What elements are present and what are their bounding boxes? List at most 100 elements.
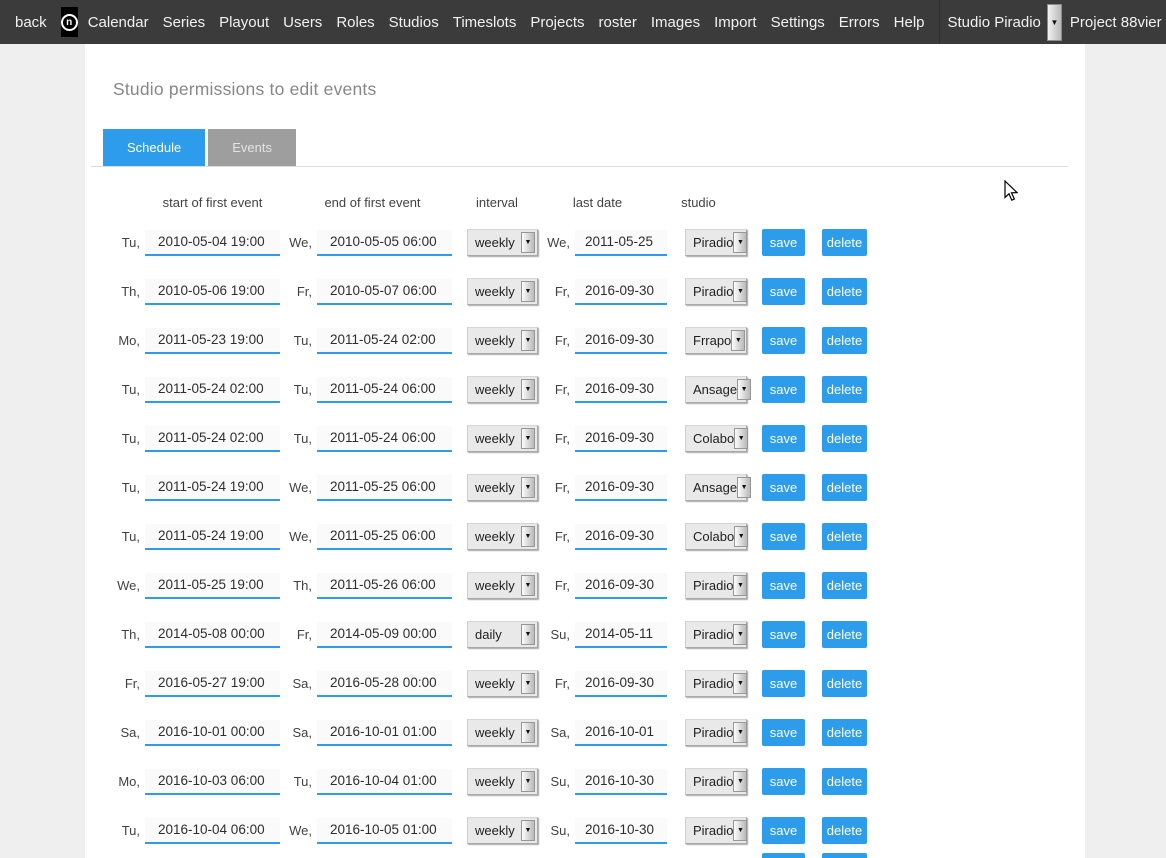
interval-select[interactable]: weekly ▼ xyxy=(467,327,538,354)
save-button[interactable]: save xyxy=(762,621,805,648)
interval-select[interactable]: weekly ▼ xyxy=(467,474,538,501)
studio-select[interactable]: Piradio ▼ xyxy=(685,719,747,746)
save-button[interactable]: save xyxy=(762,327,805,354)
chevron-down-icon[interactable]: ▼ xyxy=(521,673,535,694)
last-date-input[interactable] xyxy=(575,671,667,697)
end-datetime-input[interactable] xyxy=(317,671,452,697)
chevron-down-icon[interactable]: ▼ xyxy=(734,428,748,449)
nav-item-settings[interactable]: Settings xyxy=(771,14,825,31)
delete-button[interactable]: delete xyxy=(822,670,867,697)
studio-select[interactable]: Colabo ▼ xyxy=(685,425,747,452)
delete-button[interactable]: delete xyxy=(822,719,867,746)
delete-button[interactable]: delete xyxy=(822,817,867,844)
chevron-down-icon[interactable]: ▼ xyxy=(733,281,747,302)
studio-select[interactable]: Piradio ▼ xyxy=(685,621,747,648)
chevron-down-icon[interactable]: ▼ xyxy=(733,820,747,841)
last-date-input[interactable] xyxy=(575,377,667,403)
chevron-down-icon[interactable]: ▼ xyxy=(733,624,747,645)
studio-select[interactable]: Piradio ▼ xyxy=(685,229,747,256)
chevron-down-icon[interactable]: ▼ xyxy=(1047,4,1062,41)
chevron-down-icon[interactable]: ▼ xyxy=(733,575,747,596)
nav-item-errors[interactable]: Errors xyxy=(839,14,880,31)
delete-button[interactable]: delete xyxy=(822,278,867,305)
studio-select[interactable]: Ansage ▼ xyxy=(685,474,747,501)
chevron-down-icon[interactable]: ▼ xyxy=(521,330,535,351)
chevron-down-icon[interactable]: ▼ xyxy=(733,232,747,253)
interval-select[interactable]: weekly ▼ xyxy=(467,278,538,305)
chevron-down-icon[interactable]: ▼ xyxy=(521,624,535,645)
nav-item-playout[interactable]: Playout xyxy=(219,14,269,31)
chevron-down-icon[interactable]: ▼ xyxy=(521,771,535,792)
chevron-down-icon[interactable]: ▼ xyxy=(521,526,535,547)
studio-select[interactable]: Studio Piradio ▼ xyxy=(939,0,1062,44)
chevron-down-icon[interactable]: ▼ xyxy=(737,379,751,400)
end-datetime-input[interactable] xyxy=(317,475,452,501)
interval-select[interactable]: weekly ▼ xyxy=(467,768,538,795)
nav-item-import[interactable]: Import xyxy=(714,14,757,31)
start-datetime-input[interactable] xyxy=(145,671,280,697)
last-date-input[interactable] xyxy=(575,769,667,795)
start-datetime-input[interactable] xyxy=(145,426,280,452)
last-date-input[interactable] xyxy=(575,279,667,305)
chevron-down-icon[interactable]: ▼ xyxy=(521,722,535,743)
last-date-input[interactable] xyxy=(575,230,667,256)
tab-events[interactable]: Events xyxy=(208,129,296,166)
delete-button[interactable]: delete xyxy=(822,621,867,648)
last-date-input[interactable] xyxy=(575,720,667,746)
studio-select[interactable]: Piradio ▼ xyxy=(685,278,747,305)
interval-select[interactable]: weekly ▼ xyxy=(467,572,538,599)
chevron-down-icon[interactable]: ▼ xyxy=(521,232,535,253)
start-datetime-input[interactable] xyxy=(145,328,280,354)
delete-button[interactable]: delete xyxy=(822,523,867,550)
last-date-input[interactable] xyxy=(575,475,667,501)
save-button[interactable]: save xyxy=(762,229,805,256)
chevron-down-icon[interactable]: ▼ xyxy=(521,281,535,302)
start-datetime-input[interactable] xyxy=(145,377,280,403)
nav-item-timeslots[interactable]: Timeslots xyxy=(453,14,517,31)
app-logo[interactable]: n xyxy=(61,7,78,37)
interval-select[interactable]: weekly ▼ xyxy=(467,817,538,844)
start-datetime-input[interactable] xyxy=(145,475,280,501)
interval-select[interactable]: weekly ▼ xyxy=(467,376,538,403)
nav-item-roles[interactable]: Roles xyxy=(336,14,374,31)
project-select[interactable]: Project 88vier ▼ xyxy=(1062,0,1166,44)
chevron-down-icon[interactable]: ▼ xyxy=(733,673,747,694)
save-button[interactable]: save xyxy=(762,278,805,305)
chevron-down-icon[interactable]: ▼ xyxy=(521,428,535,449)
interval-select[interactable]: weekly ▼ xyxy=(467,523,538,550)
chevron-down-icon[interactable]: ▼ xyxy=(733,771,747,792)
save-button[interactable]: save xyxy=(762,474,805,501)
end-datetime-input[interactable] xyxy=(317,377,452,403)
end-datetime-input[interactable] xyxy=(317,328,452,354)
save-button[interactable]: save xyxy=(762,425,805,452)
start-datetime-input[interactable] xyxy=(145,279,280,305)
interval-select[interactable]: daily ▼ xyxy=(467,621,538,648)
end-datetime-input[interactable] xyxy=(317,769,452,795)
start-datetime-input[interactable] xyxy=(145,818,280,844)
nav-item-images[interactable]: Images xyxy=(651,14,700,31)
end-datetime-input[interactable] xyxy=(317,720,452,746)
delete-button[interactable]: delete xyxy=(822,229,867,256)
save-button[interactable]: save xyxy=(762,670,805,697)
nav-item-studios[interactable]: Studios xyxy=(389,14,439,31)
chevron-down-icon[interactable]: ▼ xyxy=(521,379,535,400)
end-datetime-input[interactable] xyxy=(317,279,452,305)
start-datetime-input[interactable] xyxy=(145,769,280,795)
save-button[interactable]: save xyxy=(762,817,805,844)
clipped-next-row-save-button[interactable] xyxy=(762,853,805,858)
nav-item-series[interactable]: Series xyxy=(163,14,206,31)
nav-item-users[interactable]: Users xyxy=(283,14,322,31)
nav-item-calendar[interactable]: Calendar xyxy=(88,14,149,31)
save-button[interactable]: save xyxy=(762,572,805,599)
chevron-down-icon[interactable]: ▼ xyxy=(737,477,751,498)
last-date-input[interactable] xyxy=(575,818,667,844)
last-date-input[interactable] xyxy=(575,328,667,354)
studio-select[interactable]: Piradio ▼ xyxy=(685,817,747,844)
last-date-input[interactable] xyxy=(575,426,667,452)
end-datetime-input[interactable] xyxy=(317,622,452,648)
clipped-next-row-delete-button[interactable] xyxy=(822,853,867,858)
delete-button[interactable]: delete xyxy=(822,376,867,403)
delete-button[interactable]: delete xyxy=(822,572,867,599)
chevron-down-icon[interactable]: ▼ xyxy=(733,722,747,743)
save-button[interactable]: save xyxy=(762,719,805,746)
